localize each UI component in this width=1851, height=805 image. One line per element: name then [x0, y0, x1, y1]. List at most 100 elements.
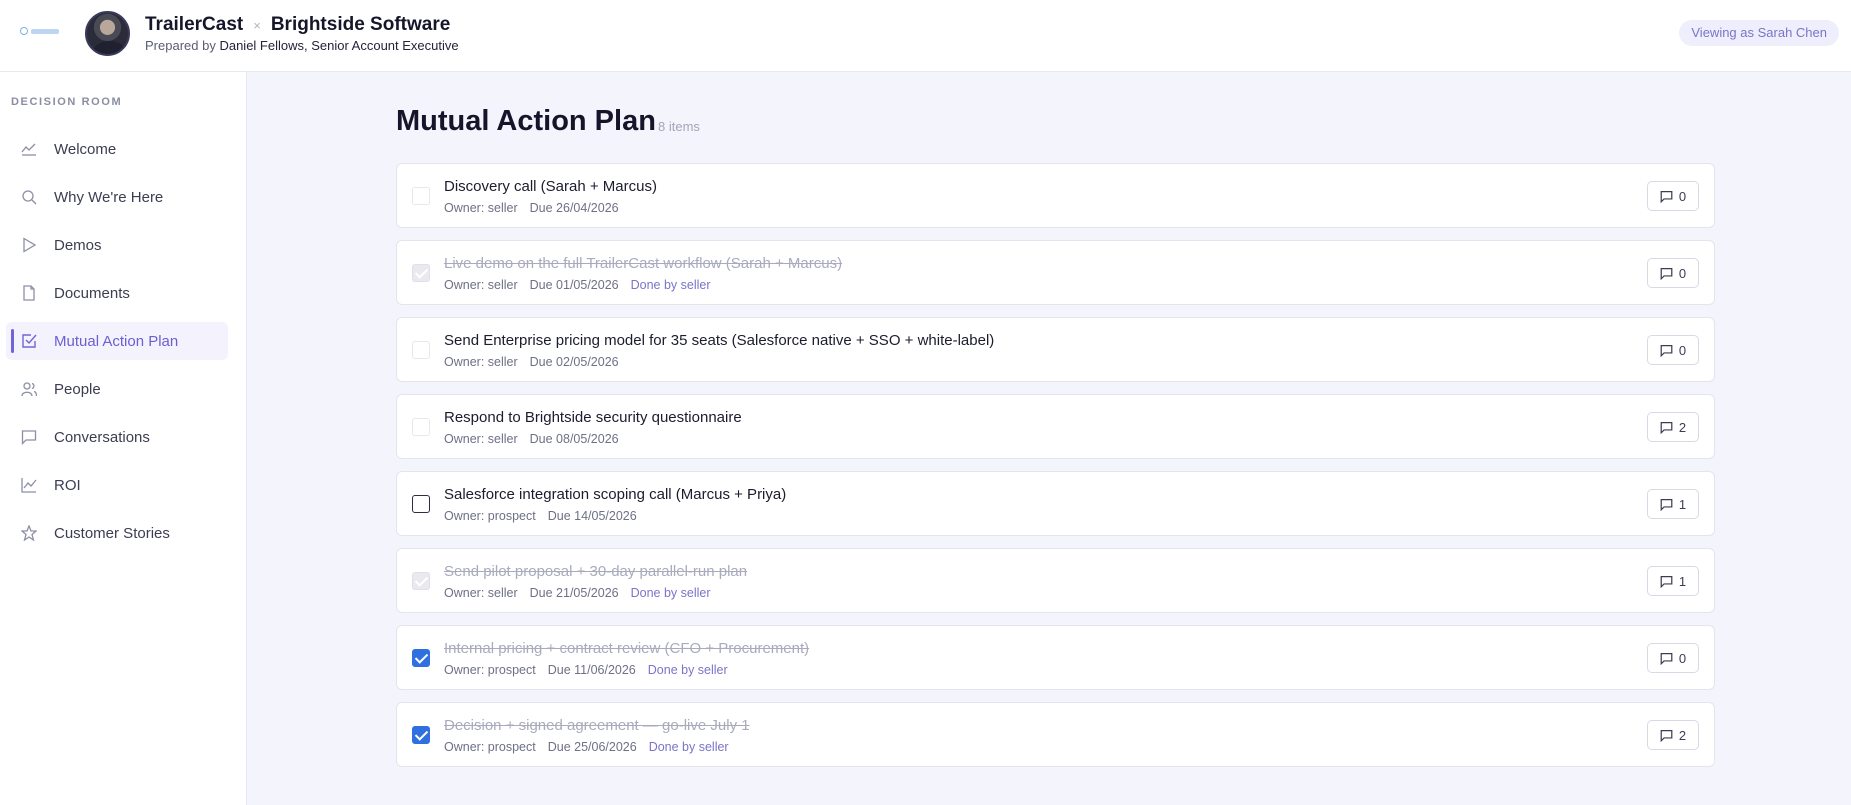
comments-button[interactable]: 0 [1647, 335, 1699, 365]
comment-count: 0 [1678, 342, 1687, 358]
sidebar-item-label: Why We're Here [54, 188, 164, 206]
task-meta: Owner: seller Due 02/05/2026 [444, 355, 619, 369]
comment-count: 0 [1678, 188, 1687, 204]
comments-button[interactable]: 1 [1647, 566, 1699, 596]
sidebar-item-label: Customer Stories [54, 524, 170, 542]
viewing-as-badge[interactable]: Viewing as Sarah Chen [1679, 20, 1839, 46]
task-due-date: Due 01/05/2026 [529, 278, 619, 292]
done-by-tag: Done by seller [630, 278, 711, 292]
done-by-tag: Done by seller [647, 663, 728, 677]
task-title: Decision + signed agreement — go-live Ju… [444, 717, 750, 734]
avatar [85, 11, 130, 56]
done-by-tag: Done by seller [648, 740, 729, 754]
task-due-date: Due 08/05/2026 [529, 432, 619, 446]
star-icon [21, 525, 37, 541]
item-count: 8 items [658, 119, 700, 134]
comment-count: 1 [1678, 573, 1687, 589]
task-checkbox[interactable] [412, 495, 430, 513]
action-plan-item: Discovery call (Sarah + Marcus) Owner: se… [396, 163, 1715, 228]
task-meta: Owner: seller Due 01/05/2026 Done by selle… [444, 278, 711, 292]
task-title: Internal pricing + contract review (CFO … [444, 640, 810, 657]
prepared-by: Prepared by Daniel Fellows, Senior Accou… [145, 38, 459, 53]
sidebar-heading: DECISION ROOM [11, 96, 123, 108]
task-title: Respond to Brightside security questionn… [444, 409, 742, 426]
sidebar-item-label: Documents [54, 284, 130, 302]
task-owner: Owner: prospect [444, 509, 536, 523]
sidebar-item-label: People [54, 380, 101, 398]
action-plan-item: Internal pricing + contract review (CFO … [396, 625, 1715, 690]
task-title: Live demo on the full TrailerCast workfl… [444, 255, 843, 272]
task-title: Discovery call (Sarah + Marcus) [444, 178, 657, 195]
play-icon [21, 237, 37, 253]
task-owner: Owner: seller [444, 201, 518, 215]
prepared-by-name: Daniel Fellows, Senior Account Executive [219, 38, 459, 53]
comments-button[interactable]: 0 [1647, 258, 1699, 288]
sidebar-item-welcome[interactable]: Welcome [6, 130, 228, 168]
task-due-date: Due 11/06/2026 [547, 663, 636, 677]
sidebar-item-label: ROI [54, 476, 81, 494]
task-due-date: Due 25/06/2026 [547, 740, 637, 754]
sidebar-item-demos[interactable]: Demos [6, 226, 228, 264]
comment-icon [1660, 652, 1673, 665]
task-checkbox [412, 187, 430, 205]
sidebar-item-customer-stories[interactable]: Customer Stories [6, 514, 228, 552]
sidebar-item-label: Demos [54, 236, 102, 254]
task-owner: Owner: seller [444, 355, 518, 369]
comments-button[interactable]: 0 [1647, 181, 1699, 211]
sidebar-item-documents[interactable]: Documents [6, 274, 228, 312]
task-owner: Owner: prospect [444, 663, 536, 677]
task-due-date: Due 14/05/2026 [547, 509, 637, 523]
people-icon [21, 381, 37, 397]
chart-icon [21, 477, 37, 493]
comments-button[interactable]: 2 [1647, 412, 1699, 442]
trailercast-logo[interactable] [20, 24, 64, 38]
action-plan-item: Send pilot proposal + 30-day parallel-ru… [396, 548, 1715, 613]
task-checkbox[interactable] [412, 649, 430, 667]
main-content: Mutual Action Plan 8 items Discovery cal… [248, 72, 1851, 805]
task-due-date: Due 26/04/2026 [529, 201, 619, 215]
sidebar-item-roi[interactable]: ROI [6, 466, 228, 504]
task-checkbox [412, 341, 430, 359]
chat-icon [21, 429, 37, 445]
task-meta: Owner: prospect Due 14/05/2026 [444, 509, 637, 523]
prepared-prefix: Prepared by [145, 38, 216, 53]
task-due-date: Due 02/05/2026 [529, 355, 619, 369]
task-meta: Owner: prospect Due 25/06/2026 Done by sel… [444, 740, 729, 754]
comments-button[interactable]: 1 [1647, 489, 1699, 519]
comment-icon [1660, 190, 1673, 203]
action-plan-item: Live demo on the full TrailerCast workfl… [396, 240, 1715, 305]
comment-icon [1660, 344, 1673, 357]
task-due-date: Due 21/05/2026 [529, 586, 619, 600]
document-icon [21, 285, 37, 301]
task-meta: Owner: seller Due 21/05/2026 Done by selle… [444, 586, 711, 600]
sidebar-item-mutual-action-plan[interactable]: Mutual Action Plan [6, 322, 228, 360]
sidebar-item-why-we-re-here[interactable]: Why We're Here [6, 178, 228, 216]
action-plan-item: Decision + signed agreement — go-live Ju… [396, 702, 1715, 767]
task-owner: Owner: prospect [444, 740, 536, 754]
comments-button[interactable]: 0 [1647, 643, 1699, 673]
comments-button[interactable]: 2 [1647, 720, 1699, 750]
sidebar: DECISION ROOM Welcome Why We're Here Demos… [0, 72, 247, 805]
client-name: Brightside Software [270, 14, 451, 35]
search-icon [21, 189, 37, 205]
sidebar-item-label: Conversations [54, 428, 150, 446]
comment-count: 0 [1678, 265, 1687, 281]
comment-count: 1 [1678, 496, 1687, 512]
welcome-icon [21, 141, 37, 157]
task-title: Salesforce integration scoping call (Mar… [444, 486, 787, 503]
comment-icon [1660, 498, 1673, 511]
task-title: Send pilot proposal + 30-day parallel-ru… [444, 563, 748, 580]
action-plan-item: Send Enterprise pricing model for 35 sea… [396, 317, 1715, 382]
comment-icon [1660, 421, 1673, 434]
brand-name: TrailerCast [145, 14, 244, 35]
comment-count: 0 [1678, 650, 1687, 666]
comment-icon [1660, 575, 1673, 588]
sidebar-item-people[interactable]: People [6, 370, 228, 408]
sidebar-item-conversations[interactable]: Conversations [6, 418, 228, 456]
task-owner: Owner: seller [444, 586, 518, 600]
checkbox-icon [21, 333, 37, 349]
task-meta: Owner: seller Due 08/05/2026 [444, 432, 619, 446]
task-checkbox[interactable] [412, 726, 430, 744]
comment-icon [1660, 267, 1673, 280]
sidebar-item-label: Welcome [54, 140, 117, 158]
